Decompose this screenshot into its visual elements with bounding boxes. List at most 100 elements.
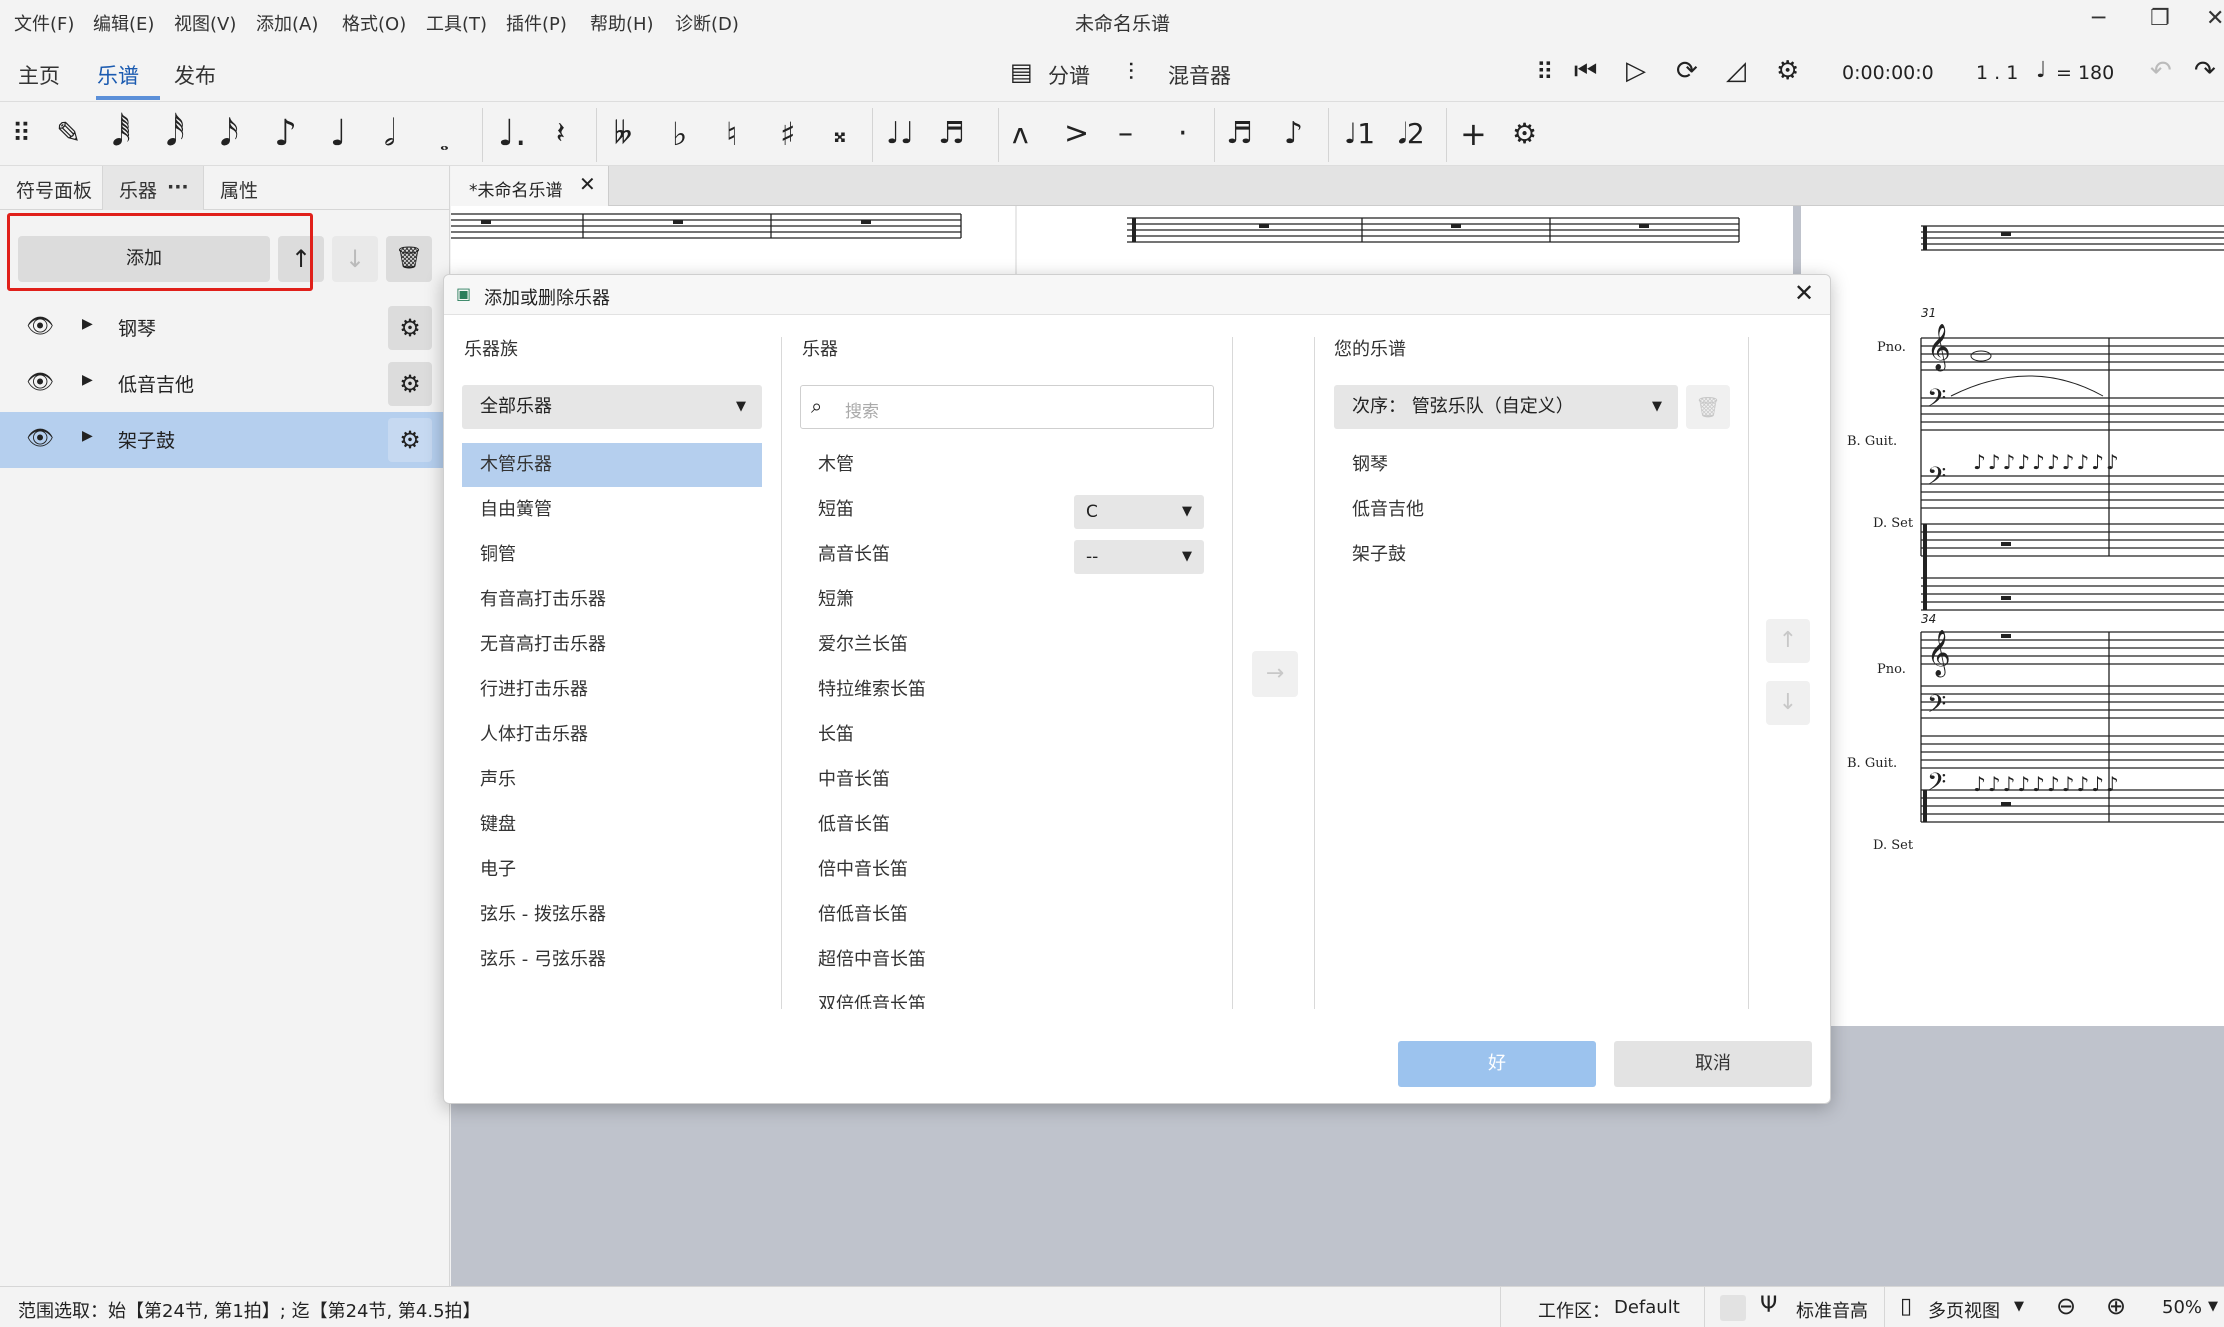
delete-icon[interactable]: 🗑	[386, 236, 432, 282]
instrument-row-bass-guitar[interactable]: 👁 ▶ 低音吉他 ⚙	[0, 356, 445, 412]
transposition-select[interactable]: C ▼	[1074, 495, 1204, 529]
family-item[interactable]: 声乐	[462, 758, 762, 802]
instrument-row-piano[interactable]: 👁 ▶ 钢琴 ⚙	[0, 300, 445, 356]
flip-direction-icon[interactable]: ♪	[1284, 114, 1303, 154]
family-item[interactable]: 弦乐 - 拨弦乐器	[462, 893, 762, 937]
zoom-out-icon[interactable]: ⊖	[2056, 1292, 2076, 1320]
instrument-item[interactable]: 倍低音长笛	[800, 893, 1214, 937]
menu-tools[interactable]: 工具(T)	[426, 10, 487, 36]
zoom-in-icon[interactable]: ⊕	[2106, 1292, 2126, 1320]
duration-quarter-icon[interactable]: ♩	[330, 114, 347, 154]
double-flat-icon[interactable]: 𝄫	[614, 114, 632, 154]
parts-icon[interactable]: ▤	[1010, 58, 1033, 86]
tab-home[interactable]: 主页	[18, 60, 60, 90]
redo-icon[interactable]: ↷	[2194, 56, 2216, 86]
family-item[interactable]: 弦乐 - 弓弦乐器	[462, 938, 762, 982]
duration-16th-icon[interactable]: 𝅘𝅥𝅯	[220, 114, 239, 154]
duration-eighth-icon[interactable]: ♪	[274, 114, 297, 154]
rest-icon[interactable]: 𝄽	[556, 114, 565, 154]
instrument-item[interactable]: 短箫	[800, 578, 1214, 622]
expand-arrow-icon[interactable]: ▶	[82, 372, 93, 388]
family-item[interactable]: 木管乐器	[462, 443, 762, 487]
menu-add[interactable]: 添加(A)	[256, 10, 318, 36]
toolbar-drag-handle-icon[interactable]: ⠿	[12, 114, 31, 154]
augmentation-dot-icon[interactable]: ♩.	[498, 114, 526, 154]
instrument-item[interactable]: 双倍低音长笛	[800, 983, 1214, 1009]
tenuto-icon[interactable]: –	[1118, 114, 1133, 154]
instrument-settings-icon[interactable]: ⚙	[388, 362, 432, 406]
instrument-item[interactable]: 倍中音长笛	[800, 848, 1214, 892]
score-instrument-item[interactable]: 低音吉他	[1334, 488, 1678, 532]
play-icon[interactable]: ▷	[1626, 56, 1646, 86]
instrument-item[interactable]: 低音长笛	[800, 803, 1214, 847]
undo-icon[interactable]: ↶	[2150, 56, 2172, 86]
menu-edit[interactable]: 编辑(E)	[93, 10, 154, 36]
score-move-up-icon[interactable]: ↑	[1766, 619, 1810, 663]
concert-pitch-checkbox[interactable]	[1720, 1295, 1746, 1321]
instrument-item[interactable]: 长笛	[800, 713, 1214, 757]
mixer-button[interactable]: 混音器	[1168, 60, 1231, 90]
voice-1-icon[interactable]: ♩1	[1344, 114, 1375, 154]
mixer-icon[interactable]: ⫶	[1128, 58, 1134, 86]
tuplet-icon[interactable]: ♬	[1226, 114, 1253, 154]
expand-arrow-icon[interactable]: ▶	[82, 428, 93, 444]
family-item[interactable]: 自由簧管	[462, 488, 762, 532]
search-input[interactable]: ⌕ 搜索	[800, 385, 1214, 429]
parts-button[interactable]: 分谱	[1048, 60, 1090, 90]
families-combo[interactable]: 全部乐器 ▼	[462, 385, 762, 429]
score-instrument-item[interactable]: 架子鼓	[1334, 533, 1678, 577]
workspace-value[interactable]: Default	[1614, 1297, 1680, 1318]
family-item[interactable]: 键盘	[462, 803, 762, 847]
family-item[interactable]: 电子	[462, 848, 762, 892]
instrument-row-drumset[interactable]: 👁 ▶ 架子鼓 ⚙	[0, 412, 445, 468]
menu-view[interactable]: 视图(V)	[174, 10, 236, 36]
instrument-settings-icon[interactable]: ⚙	[388, 418, 432, 462]
drag-handle-icon[interactable]: ⠿	[1536, 58, 1554, 86]
transposition-select[interactable]: -- ▼	[1074, 540, 1204, 574]
instrument-item[interactable]: 特拉维索长笛	[800, 668, 1214, 712]
duration-64th-icon[interactable]: 𝅘𝅥𝅱	[112, 114, 131, 154]
family-item[interactable]: 有音高打击乐器	[462, 578, 762, 622]
ok-button[interactable]: 好	[1398, 1041, 1596, 1087]
score-instrument-item[interactable]: 钢琴	[1334, 443, 1678, 487]
visibility-eye-icon[interactable]: 👁	[26, 314, 54, 339]
slur-icon[interactable]: ♬	[938, 114, 965, 154]
duration-whole-icon[interactable]: 𝅝	[440, 124, 449, 164]
toolbar-settings-icon[interactable]: ⚙	[1512, 114, 1537, 154]
accent-icon[interactable]: >	[1064, 114, 1089, 154]
tie-icon[interactable]: ♩♩	[886, 114, 914, 154]
staccato-icon[interactable]: ·	[1178, 114, 1188, 154]
view-mode-select[interactable]: 多页视图	[1928, 1297, 2000, 1323]
instrument-item[interactable]: 中音长笛	[800, 758, 1214, 802]
tab-instruments[interactable]: 乐器	[119, 176, 157, 203]
metronome-icon[interactable]: ◿	[1726, 56, 1746, 86]
playback-settings-icon[interactable]: ⚙	[1776, 56, 1799, 86]
natural-icon[interactable]: ♮	[726, 114, 737, 154]
note-input-pen-icon[interactable]: ✎	[56, 114, 81, 154]
tab-instruments-container[interactable]: 乐器 ···	[102, 166, 204, 210]
cancel-button[interactable]: 取消	[1614, 1041, 1812, 1087]
document-tab[interactable]: *未命名乐谱 ✕	[451, 166, 609, 206]
family-item[interactable]: 人体打击乐器	[462, 713, 762, 757]
dialog-close-icon[interactable]: ✕	[1794, 279, 1814, 307]
tab-publish[interactable]: 发布	[174, 60, 216, 90]
menu-help[interactable]: 帮助(H)	[590, 10, 654, 36]
order-combo[interactable]: 次序： 管弦乐队（自定义） ▼	[1334, 385, 1678, 429]
instrument-item[interactable]: 超倍中音长笛	[800, 938, 1214, 982]
loop-icon[interactable]: ⟳	[1676, 56, 1698, 86]
score-move-down-icon[interactable]: ↓	[1766, 681, 1810, 725]
tab-palettes[interactable]: 符号面板	[16, 176, 92, 203]
family-item[interactable]: 无音高打击乐器	[462, 623, 762, 667]
family-item[interactable]: 行进打击乐器	[462, 668, 762, 712]
flat-icon[interactable]: ♭	[672, 114, 687, 154]
double-sharp-icon[interactable]: 𝄪	[834, 114, 846, 154]
move-down-icon[interactable]: ↓	[332, 236, 378, 282]
menu-plugins[interactable]: 插件(P)	[506, 10, 567, 36]
visibility-eye-icon[interactable]: 👁	[26, 370, 54, 395]
close-tab-icon[interactable]: ✕	[579, 172, 596, 196]
menu-diagnostics[interactable]: 诊断(D)	[675, 10, 739, 36]
remove-from-score-icon[interactable]: 🗑	[1686, 385, 1730, 429]
concert-pitch-label[interactable]: 标准音高	[1796, 1297, 1868, 1323]
menu-file[interactable]: 文件(F)	[14, 10, 74, 36]
add-icon[interactable]: +	[1460, 114, 1487, 154]
